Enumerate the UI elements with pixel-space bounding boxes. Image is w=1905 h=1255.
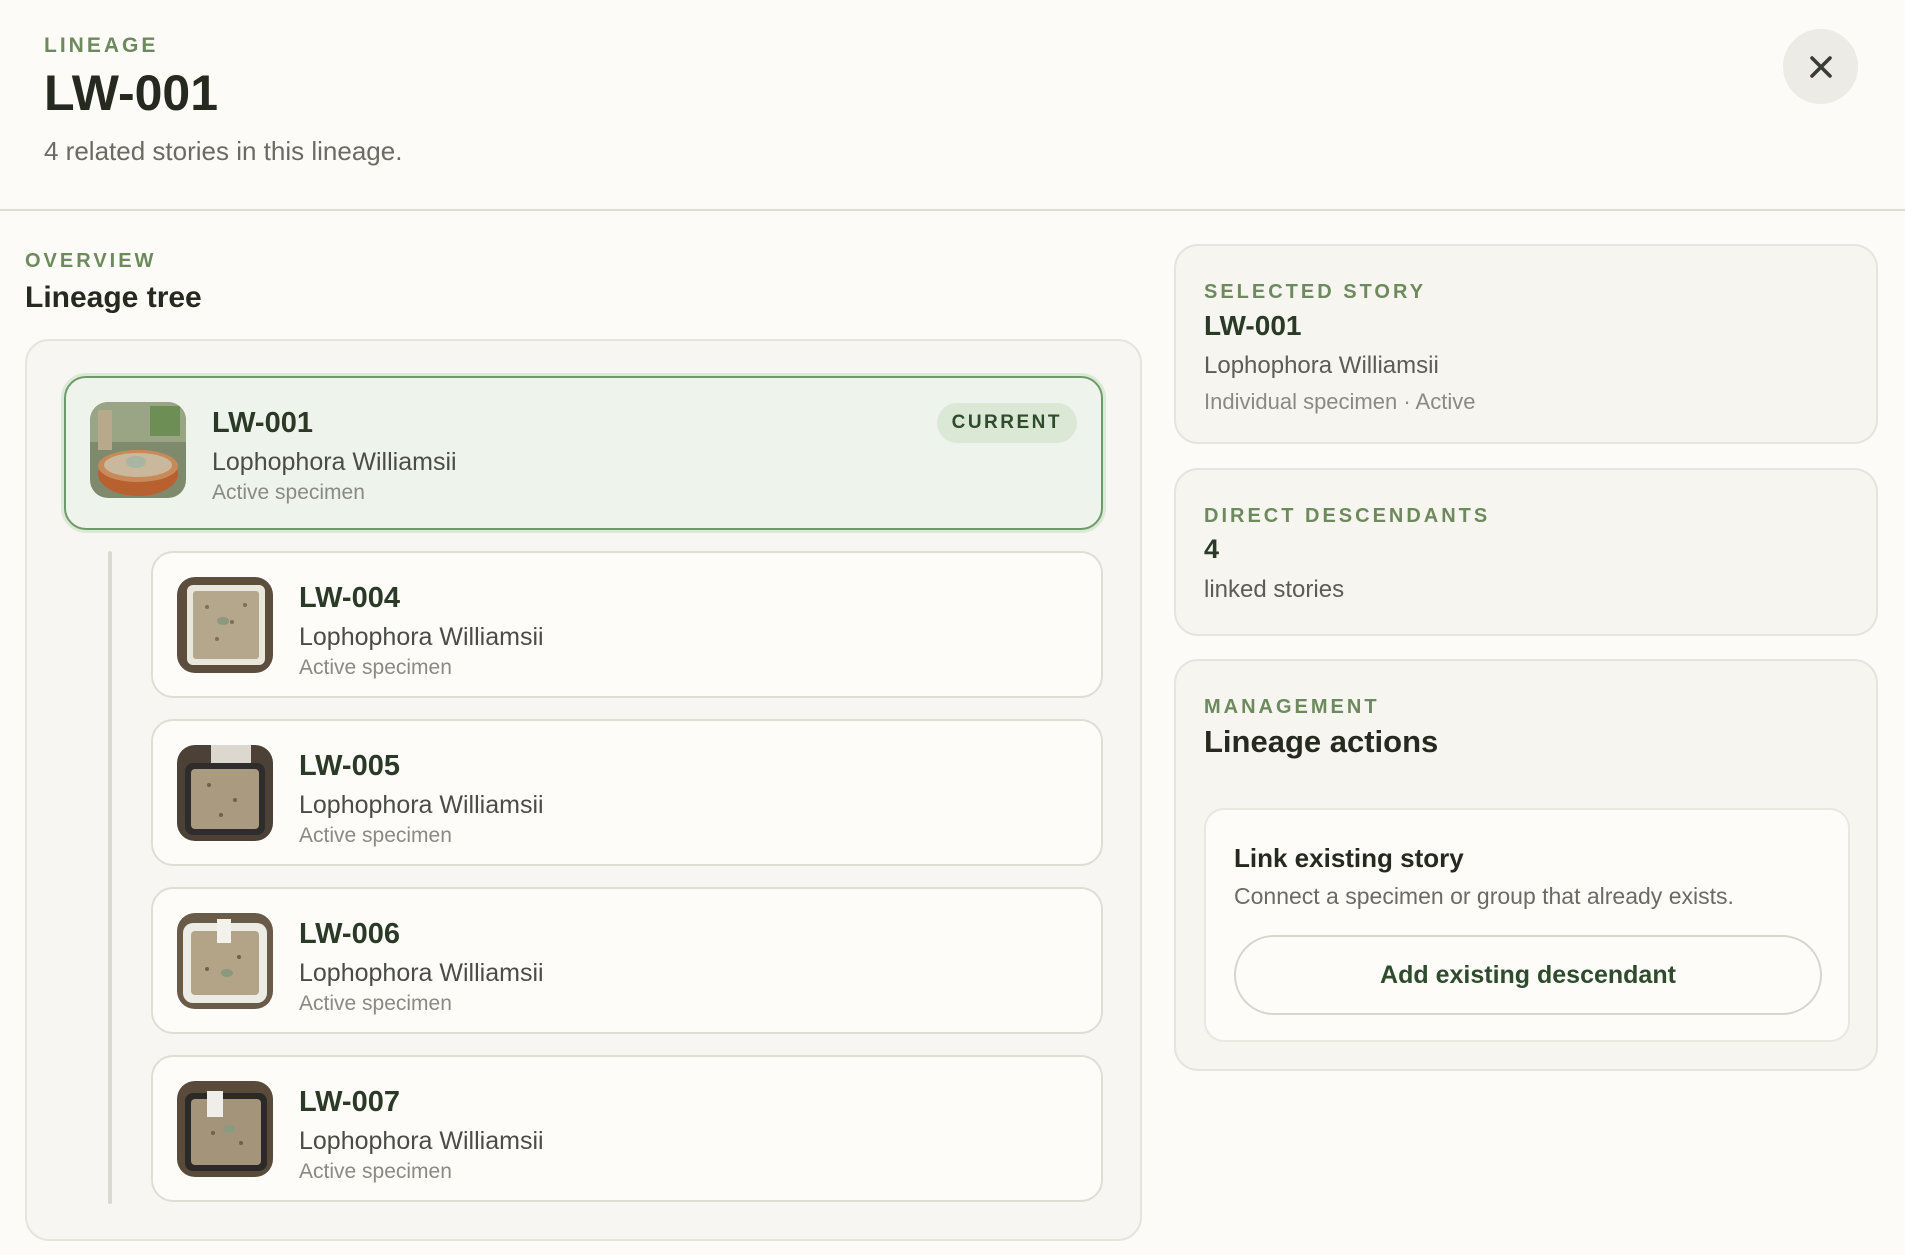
direct-descendants-eyebrow: DIRECT DESCENDANTS <box>1204 505 1491 527</box>
close-button[interactable] <box>1783 29 1858 104</box>
tree-node-descendant[interactable]: LW-005 Lophophora Williamsii Active spec… <box>151 719 1103 866</box>
specimen-thumbnail <box>177 745 273 841</box>
tree-node-descendant[interactable]: LW-004 Lophophora Williamsii Active spec… <box>151 551 1103 698</box>
descendant-count-label: linked stories <box>1204 576 1345 603</box>
node-status: Active specimen <box>299 992 452 1015</box>
modal-header: LINEAGE LW-001 4 related stories in this… <box>0 0 1905 211</box>
specimen-thumbnail <box>177 1081 273 1177</box>
node-code: LW-005 <box>299 750 400 782</box>
current-badge: CURRENT <box>936 403 1077 443</box>
management-eyebrow: MANAGEMENT <box>1204 696 1380 718</box>
node-species: Lophophora Williamsii <box>299 959 544 987</box>
link-existing-story-card: Link existing story Connect a specimen o… <box>1204 808 1850 1042</box>
tree-node-descendant[interactable]: LW-007 Lophophora Williamsii Active spec… <box>151 1055 1103 1202</box>
link-existing-description: Connect a specimen or group that already… <box>1234 883 1734 909</box>
direct-descendants-card: DIRECT DESCENDANTS 4 linked stories <box>1174 468 1878 636</box>
management-title: Lineage actions <box>1204 724 1439 759</box>
overview-title: Lineage tree <box>25 281 202 314</box>
node-status: Active specimen <box>299 656 452 679</box>
selected-story-species: Lophophora Williamsii <box>1204 352 1439 379</box>
link-existing-title: Link existing story <box>1234 843 1464 873</box>
node-code: LW-001 <box>212 407 313 439</box>
header-eyebrow: LINEAGE <box>44 34 159 57</box>
selected-story-code: LW-001 <box>1204 310 1302 341</box>
specimen-thumbnail <box>177 577 273 673</box>
descendant-count: 4 <box>1204 534 1220 564</box>
node-status: Active specimen <box>299 824 452 847</box>
header-subtitle: 4 related stories in this lineage. <box>44 136 403 166</box>
tree-node-descendant[interactable]: LW-006 Lophophora Williamsii Active spec… <box>151 887 1103 1034</box>
node-code: LW-004 <box>299 582 400 614</box>
add-existing-descendant-button[interactable]: Add existing descendant <box>1234 935 1822 1015</box>
tree-connector-line <box>108 551 112 1204</box>
node-code: LW-006 <box>299 918 400 950</box>
specimen-thumbnail <box>177 913 273 1009</box>
management-card: MANAGEMENT Lineage actions Link existing… <box>1174 659 1878 1071</box>
page-title: LW-001 <box>44 65 219 121</box>
node-species: Lophophora Williamsii <box>212 448 457 476</box>
close-icon <box>1809 55 1832 78</box>
node-code: LW-007 <box>299 1086 400 1118</box>
node-status: Active specimen <box>212 481 365 504</box>
selected-story-eyebrow: SELECTED STORY <box>1204 281 1427 303</box>
tree-node-current[interactable]: LW-001 Lophophora Williamsii Active spec… <box>64 376 1103 530</box>
node-species: Lophophora Williamsii <box>299 1127 544 1155</box>
selected-story-card: SELECTED STORY LW-001 Lophophora William… <box>1174 244 1878 444</box>
selected-story-meta: Individual specimen · Active <box>1204 389 1476 414</box>
node-species: Lophophora Williamsii <box>299 791 544 819</box>
node-status: Active specimen <box>299 1160 452 1183</box>
specimen-thumbnail <box>90 402 186 498</box>
node-species: Lophophora Williamsii <box>299 623 544 651</box>
overview-eyebrow: OVERVIEW <box>25 250 157 272</box>
